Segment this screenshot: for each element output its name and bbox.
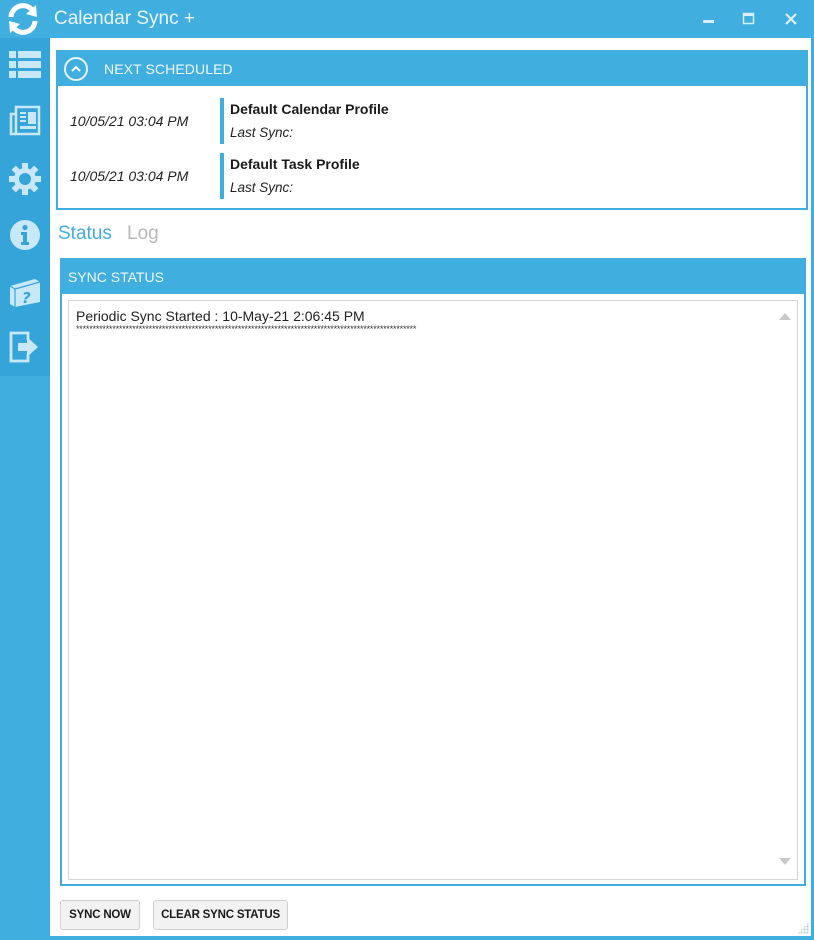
collapse-button[interactable] [64,57,88,81]
sync-status-header: SYNC STATUS [62,260,804,294]
scroll-up-arrow-icon[interactable] [779,313,791,320]
help-book-icon: ? [9,279,41,307]
resize-grip-icon[interactable] [797,922,809,934]
next-scheduled-title: NEXT SCHEDULED [104,61,233,77]
app-window: Calendar Sync + ? NEXT SCHEDULED 10/05/2… [0,0,814,940]
status-separator-line: ****************************************… [76,324,417,334]
gear-icon [9,163,41,195]
minimize-icon [703,20,714,23]
sidebar-item-help[interactable]: ? [0,266,50,316]
list-icon [9,51,41,78]
close-icon [785,13,797,25]
sync-status-textbox[interactable]: Periodic Sync Started : 10-May-21 2:06:4… [68,300,798,880]
sidebar-item-log[interactable] [0,96,50,146]
window-title: Calendar Sync + [54,8,195,29]
clear-sync-status-button[interactable]: CLEAR SYNC STATUS [153,900,288,930]
status-line: Periodic Sync Started : 10-May-21 2:06:4… [76,308,365,324]
last-sync-label: Last Sync: [230,125,294,140]
profile-name: Default Task Profile [230,156,360,172]
scroll-down-arrow-icon[interactable] [779,858,791,865]
svg-text:?: ? [22,289,31,307]
main-content: NEXT SCHEDULED 10/05/21 03:04 PM Default… [50,38,811,936]
scheduled-item: 10/05/21 03:04 PM Default Calendar Profi… [58,98,806,144]
scheduled-date: 10/05/21 03:04 PM [70,168,189,184]
minimize-button[interactable] [694,6,724,32]
scheduled-date: 10/05/21 03:04 PM [70,113,189,129]
close-button[interactable] [776,6,806,32]
chevron-up-icon [71,65,81,72]
scheduled-item: 10/05/21 03:04 PM Default Task Profile L… [58,153,806,199]
next-scheduled-header: NEXT SCHEDULED [58,52,806,86]
tab-log[interactable]: Log [127,223,159,245]
sync-status-title: SYNC STATUS [68,269,164,285]
sync-status-panel: SYNC STATUS Periodic Sync Started : 10-M… [60,258,806,886]
title-bar[interactable]: Calendar Sync + [0,0,814,38]
sidebar: ? [0,38,50,940]
exit-icon [9,331,38,363]
maximize-icon [742,12,755,25]
profile-name: Default Calendar Profile [230,101,389,117]
sidebar-item-settings[interactable] [0,154,50,204]
sidebar-item-about[interactable] [0,210,50,260]
sync-now-button[interactable]: SYNC NOW [60,900,140,930]
last-sync-label: Last Sync: [230,180,294,195]
tab-status[interactable]: Status [58,223,112,245]
maximize-button[interactable] [734,6,764,32]
newspaper-icon [9,105,41,136]
sidebar-item-exit[interactable] [0,322,50,372]
sync-logo-icon [4,2,42,36]
next-scheduled-panel: NEXT SCHEDULED 10/05/21 03:04 PM Default… [56,50,808,210]
sidebar-item-profiles[interactable] [0,40,50,90]
info-icon [10,220,40,250]
